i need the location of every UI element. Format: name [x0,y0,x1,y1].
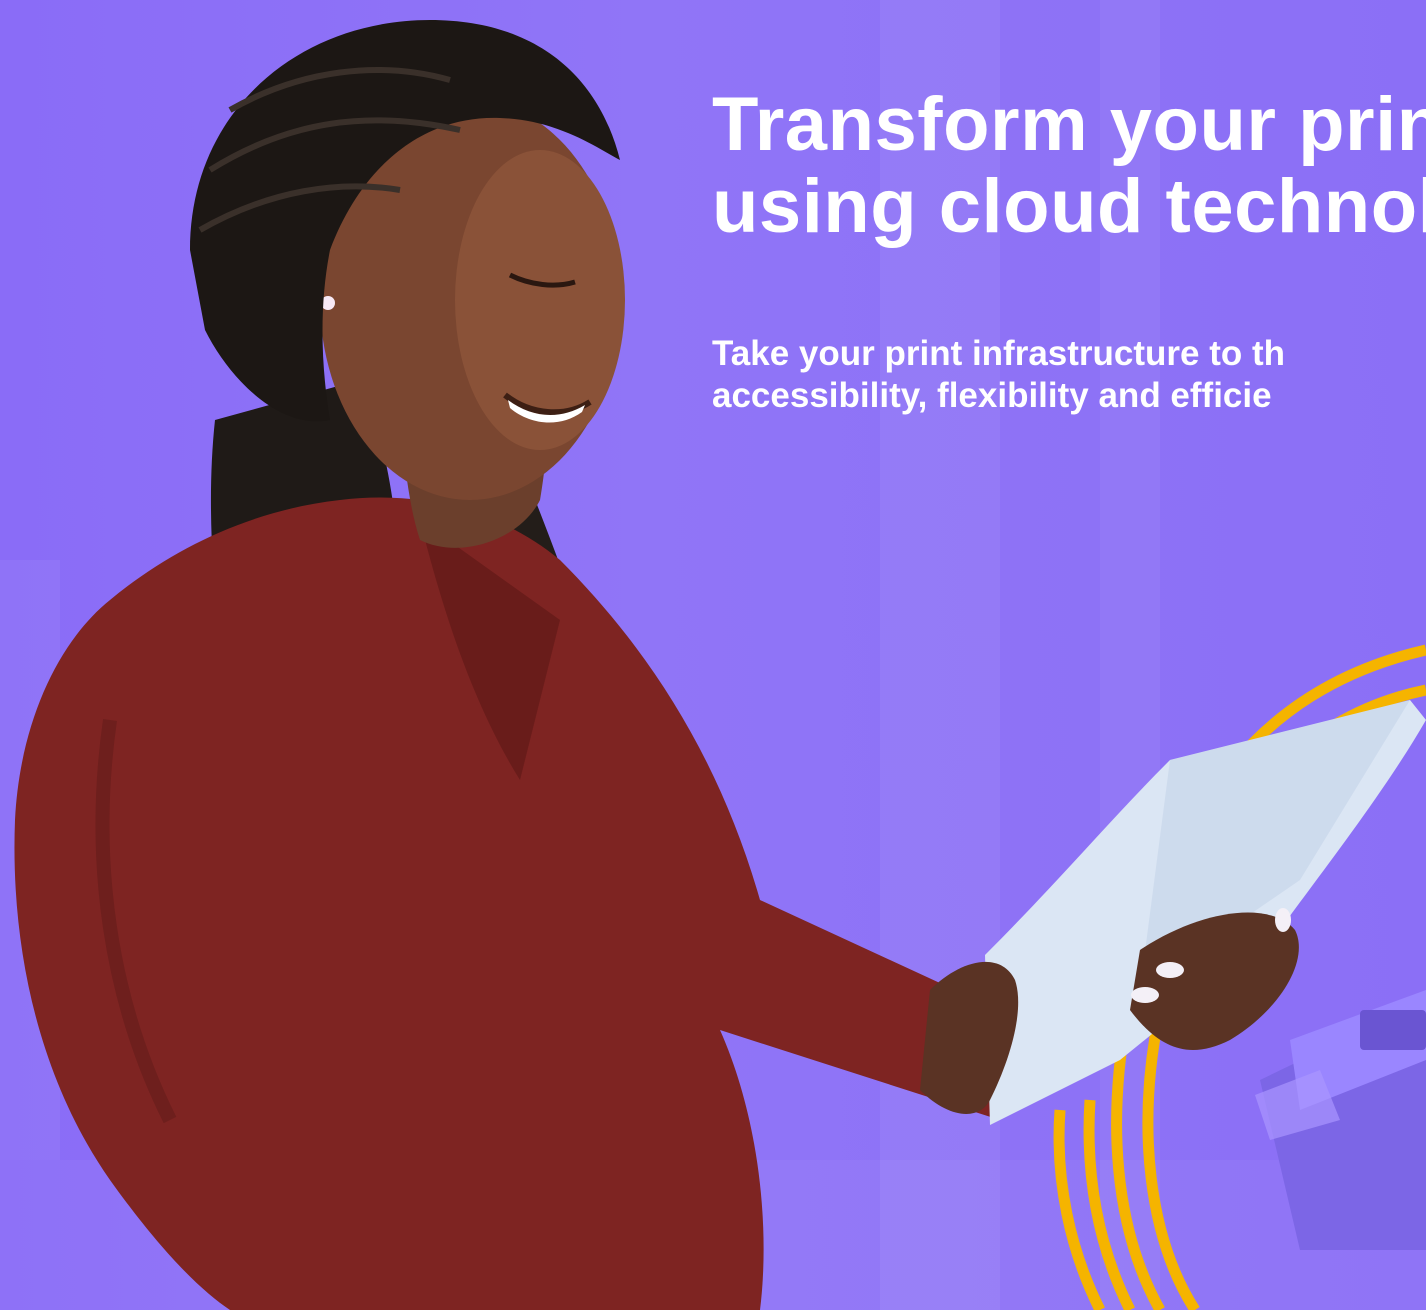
hero-banner: Transform your print using cloud technol… [0,0,1426,1310]
subhead-line-2: accessibility, flexibility and efficie [712,376,1272,415]
headline-line-2: using cloud technol [712,164,1426,249]
headline-line-1: Transform your print [712,82,1426,167]
subhead-line-1: Take your print infrastructure to th [712,334,1286,373]
blouse [14,497,1021,1310]
hero-headline: Transform your print using cloud technol [712,84,1426,248]
printer [1255,990,1426,1250]
hero-subheadline: Take your print infrastructure to th acc… [712,333,1285,417]
